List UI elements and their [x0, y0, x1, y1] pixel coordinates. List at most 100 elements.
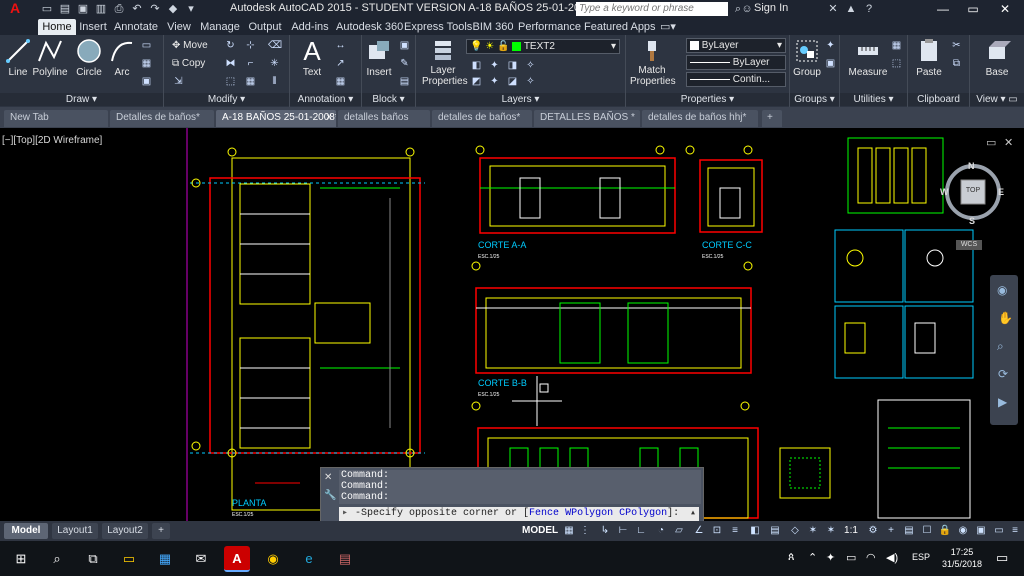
arc-button[interactable]: Arc — [108, 37, 136, 78]
isodraft-icon[interactable]: ▱ — [672, 524, 686, 538]
tab-view[interactable]: View — [164, 19, 194, 35]
tab-performance[interactable]: Performance — [518, 19, 581, 35]
polyline-button[interactable]: Polyline — [32, 37, 68, 78]
wcs-menu[interactable]: WCS — [956, 240, 982, 250]
compass-west[interactable]: W — [940, 187, 949, 197]
erase-icon[interactable]: ⌫ — [268, 39, 282, 52]
close-button[interactable]: ✕ — [990, 0, 1020, 18]
notifications-icon[interactable]: ▭ — [996, 550, 1008, 566]
array-icon[interactable]: ▦ — [244, 75, 257, 88]
customization-icon[interactable]: ≡ — [1008, 524, 1022, 538]
search-input[interactable] — [576, 2, 728, 16]
clean-screen-icon[interactable]: ▭ — [992, 524, 1006, 538]
model-space-button[interactable]: MODEL — [522, 524, 558, 538]
gradient-icon[interactable]: ▣ — [140, 75, 153, 88]
move-button[interactable]: ✥ Move — [172, 39, 208, 53]
ungroup-icon[interactable]: ✦ — [824, 39, 837, 52]
ortho-icon[interactable]: ∟ — [634, 524, 648, 538]
doc-tab-detalles-banos-caps[interactable]: DETALLES BAÑOS * — [534, 110, 640, 127]
layer-tool-4-icon[interactable]: ✧ — [524, 59, 537, 72]
help-icon[interactable]: ? — [862, 2, 876, 16]
command-input[interactable]: ▸ -Specify opposite corner or [Fence WPo… — [339, 507, 699, 521]
share-icon[interactable]: ◆ — [166, 2, 180, 16]
saveas-icon[interactable]: ▥ — [94, 2, 108, 16]
viewport-close-icon[interactable]: ✕ — [1004, 136, 1013, 149]
explode-icon[interactable]: ✳ — [268, 57, 281, 70]
add-layout-button[interactable]: + — [152, 523, 170, 539]
pan-icon[interactable]: ✋ — [998, 311, 1013, 325]
color-combo[interactable]: ByLayer ▾ — [686, 38, 786, 53]
option-fence[interactable]: Fence — [529, 508, 559, 519]
layer-tool-1-icon[interactable]: ◧ — [470, 59, 483, 72]
battery-icon[interactable]: ▭ — [846, 551, 856, 564]
tab-manage[interactable]: Manage — [198, 19, 242, 35]
windows-start-icon[interactable]: ⊞ — [8, 546, 34, 572]
autocad-logo-icon[interactable]: A — [4, 1, 26, 17]
language-indicator[interactable]: ESP — [912, 552, 930, 562]
viewport-restore-icon[interactable]: ▭ — [986, 136, 996, 149]
attribute-icon[interactable]: ▤ — [398, 75, 411, 88]
scale-icon[interactable]: ⬚ — [224, 75, 237, 88]
insert-button[interactable]: Insert — [364, 37, 394, 78]
circle-button[interactable]: Circle — [72, 37, 106, 78]
hardware-accel-icon[interactable]: ▣ — [974, 524, 988, 538]
panel-label-groups[interactable]: Groups ▾ — [790, 93, 839, 106]
layer-tool-2-icon[interactable]: ✦ — [488, 59, 501, 72]
rectangle-icon[interactable]: ▭ — [140, 39, 153, 52]
tab-autodesk360[interactable]: Autodesk 360 — [336, 19, 403, 35]
tab-model[interactable]: Model — [4, 523, 48, 539]
offset-icon[interactable]: ⫴ — [268, 75, 281, 88]
maximize-button[interactable]: ▭ — [958, 0, 988, 18]
isolate-objects-icon[interactable]: ◉ — [956, 524, 970, 538]
store-icon[interactable]: ▦ — [152, 546, 178, 572]
command-recent-icon[interactable]: ▴ — [690, 507, 696, 521]
measure-button[interactable]: Measure — [848, 37, 888, 78]
object-snap-tracking-icon[interactable]: ∠ — [692, 524, 706, 538]
save-icon[interactable]: ▣ — [76, 2, 90, 16]
new-icon[interactable]: ▭ — [40, 2, 54, 16]
stretch-icon[interactable]: ⇲ — [172, 75, 185, 88]
file-explorer-icon[interactable]: ▭ — [116, 546, 142, 572]
infer-constraints-icon[interactable]: ↳ — [598, 524, 612, 538]
compass-east[interactable]: E — [998, 187, 1004, 197]
rotate-icon[interactable]: ↻ — [224, 39, 237, 52]
layer-combo[interactable]: 💡 ☀ 🔓 TEXT2 ▾ — [466, 39, 620, 54]
option-cpolygon[interactable]: CPolygon — [619, 508, 667, 519]
open-icon[interactable]: ▤ — [58, 2, 72, 16]
exchange-icon[interactable]: ✕ — [826, 2, 840, 16]
winrar-icon[interactable]: ▤ — [332, 546, 358, 572]
workspace-gear-icon[interactable]: ⚙ — [866, 524, 880, 538]
task-view-icon[interactable]: ⧉ — [80, 546, 106, 572]
layer-tool-8-icon[interactable]: ✧ — [524, 75, 537, 88]
panel-label-draw[interactable]: Draw ▾ — [0, 93, 163, 106]
tab-layout2[interactable]: Layout2 — [102, 523, 148, 539]
edge-icon[interactable]: e — [296, 546, 322, 572]
zoom-icon[interactable]: ⌕ — [997, 339, 1004, 354]
tab-insert[interactable]: Insert — [78, 19, 108, 35]
lineweight-icon[interactable]: ≡ — [728, 524, 742, 538]
mail-app-icon[interactable]: ✉ — [188, 546, 214, 572]
doc-tab-detalles-banos[interactable]: Detalles de baños* — [110, 110, 214, 127]
workspace-dropdown-icon[interactable]: ▾ — [184, 2, 198, 16]
doc-tab-new[interactable]: New Tab — [4, 110, 108, 127]
close-tab-icon[interactable]: × — [326, 110, 332, 126]
drawing-canvas[interactable]: [−][Top][2D Wireframe] PLANTA ESC.1/25 C… — [0, 128, 1024, 521]
tab-featured-apps[interactable]: Featured Apps — [584, 19, 656, 35]
calculator-icon[interactable]: ▦ — [890, 39, 903, 52]
group-button[interactable]: Group — [792, 37, 822, 78]
panel-label-layers[interactable]: Layers ▾ — [416, 93, 625, 106]
trim-icon[interactable]: ⊹ — [244, 39, 257, 52]
close-command-icon[interactable]: ✕ — [324, 472, 332, 483]
table-icon[interactable]: ▦ — [334, 75, 347, 88]
lineweight-combo[interactable]: ByLayer — [686, 55, 786, 70]
auto-scale-icon[interactable]: ✶ — [824, 524, 838, 538]
print-icon[interactable]: ⎙ — [112, 2, 126, 16]
selection-cycling-icon[interactable]: ▤ — [768, 524, 782, 538]
line-button[interactable]: Line — [4, 37, 32, 78]
wifi-icon[interactable]: ◠ — [866, 551, 876, 564]
grid-icon[interactable]: ▦ — [562, 524, 576, 538]
tab-bim360[interactable]: BIM 360 — [472, 19, 514, 35]
quick-properties-icon[interactable]: ☐ — [920, 524, 934, 538]
annotation-monitor-icon[interactable]: + — [884, 524, 898, 538]
dropbox-icon[interactable]: ✦ — [826, 551, 835, 564]
